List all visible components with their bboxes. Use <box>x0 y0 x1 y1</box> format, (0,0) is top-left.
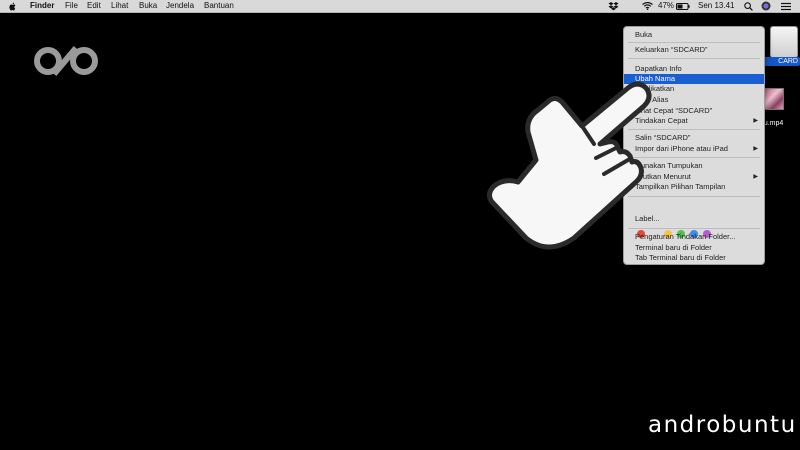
submenu-arrow-icon: ▶ <box>753 146 758 152</box>
search-icon[interactable] <box>744 2 753 11</box>
menu-lihat[interactable]: Lihat <box>111 0 128 12</box>
menu-jendela[interactable]: Jendela <box>166 0 194 12</box>
menu-file[interactable]: File <box>65 0 78 12</box>
menu-clock[interactable]: Sen 13.41 <box>698 0 734 12</box>
menu-separator <box>628 42 760 43</box>
battery-percent: 47% <box>658 1 675 10</box>
menu-separator <box>628 58 760 59</box>
androbuntu-logo <box>34 46 98 76</box>
siri-icon[interactable] <box>761 1 771 11</box>
sdcard-drive-icon[interactable] <box>770 26 798 58</box>
menu-bar: Finder File Edit Lihat Buka Jendela Bant… <box>0 0 800 13</box>
apple-icon[interactable] <box>9 2 17 11</box>
menu-bantuan[interactable]: Bantuan <box>204 0 234 12</box>
menu-item-buka[interactable]: Buka <box>624 30 764 40</box>
menu-app-finder[interactable]: Finder <box>30 0 54 12</box>
dropbox-icon[interactable] <box>608 2 619 11</box>
wifi-icon[interactable] <box>642 2 653 10</box>
notification-icon[interactable] <box>781 2 791 11</box>
watermark-text: androbuntu <box>648 412 797 438</box>
menu-item-keluarkan[interactable]: Keluarkan “SDCARD” <box>624 45 764 55</box>
video-file-icon[interactable] <box>764 88 784 110</box>
submenu-arrow-icon: ▶ <box>753 118 758 124</box>
battery-icon[interactable] <box>676 3 690 10</box>
submenu-arrow-icon: ▶ <box>753 174 758 180</box>
menu-buka[interactable]: Buka <box>139 0 157 12</box>
drive-label[interactable]: CARD <box>760 57 800 66</box>
pointing-hand-icon <box>486 81 652 250</box>
menu-edit[interactable]: Edit <box>87 0 101 12</box>
